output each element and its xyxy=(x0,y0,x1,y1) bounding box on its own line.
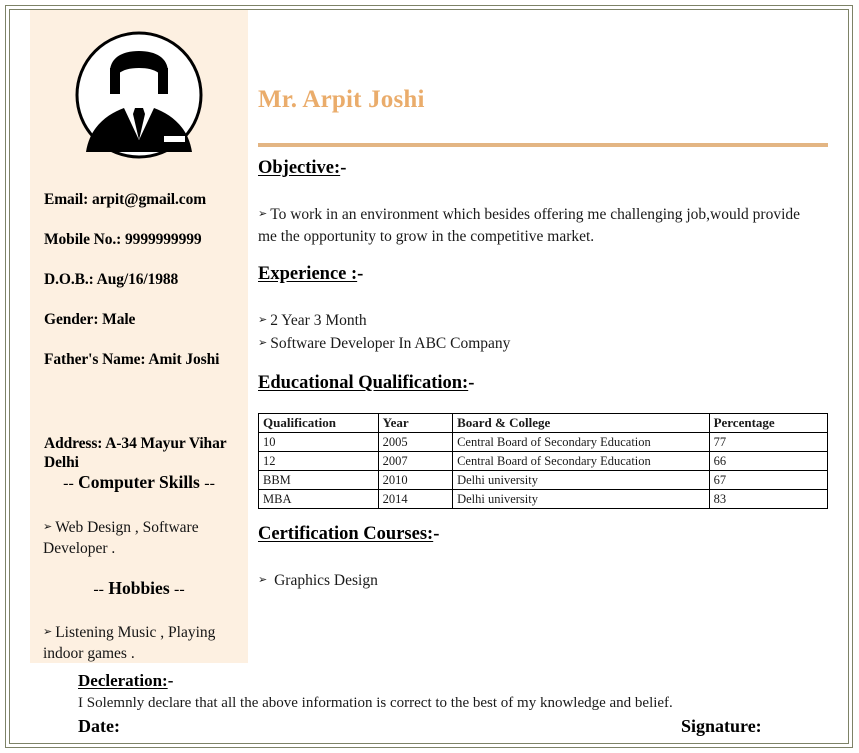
sidebar-panel: Email: arpit@gmail.com Mobile No.: 99999… xyxy=(30,10,248,663)
hobbies-dash-right: -- xyxy=(174,581,185,598)
sidebar-skills-list: ➢ Web Design , Software Developer . xyxy=(43,517,243,559)
cell-year: 2010 xyxy=(377,470,454,490)
sidebar-heading-hobbies: -- Hobbies -- xyxy=(30,578,248,599)
table-row: 12 2007 Central Board of Secondary Educa… xyxy=(258,451,829,471)
cell-board-college: Central Board of Secondary Education xyxy=(452,451,710,471)
bullet-arrow-icon: ➢ xyxy=(43,521,53,533)
list-item: ➢ 2 Year 3 Month xyxy=(258,309,803,332)
cell-qualification: MBA xyxy=(258,489,379,509)
cell-qualification: 12 xyxy=(258,451,379,471)
experience-heading-text: Experience : xyxy=(258,264,358,284)
cell-qualification: BBM xyxy=(258,470,379,490)
skills-title: Computer Skills xyxy=(78,472,200,492)
cell-board-college: Delhi university xyxy=(452,470,710,490)
skills-dash-left: -- xyxy=(63,475,74,492)
table-row: MBA 2014 Delhi university 83 xyxy=(258,489,829,509)
table-row: 10 2005 Central Board of Secondary Educa… xyxy=(258,432,829,452)
cell-qualification: 10 xyxy=(258,432,379,452)
section-heading-experience: Experience :- xyxy=(258,264,363,285)
page-border-bottom xyxy=(5,747,853,748)
column-header-year: Year xyxy=(377,413,454,433)
list-item: ➢ Listening Music , Playing indoor games … xyxy=(43,622,243,664)
sidebar-field-mobile: Mobile No.: 9999999999 xyxy=(44,231,202,248)
declaration-heading-text: Decleration: xyxy=(78,671,168,690)
experience-item-text: Software Developer In ABC Company xyxy=(270,335,511,352)
objective-heading-suffix: - xyxy=(340,158,347,178)
table-header-row: Qualification Year Board & College Perce… xyxy=(258,413,829,433)
education-heading-suffix: - xyxy=(468,373,475,393)
education-heading-text: Educational Qualification: xyxy=(258,373,469,393)
page-title: Mr. Arpit Joshi xyxy=(258,86,425,113)
section-heading-education: Educational Qualification:- xyxy=(258,373,474,394)
certification-item-text: Graphics Design xyxy=(274,572,378,589)
column-header-percentage: Percentage xyxy=(708,413,829,433)
page-border-right xyxy=(852,5,853,748)
cell-percentage: 83 xyxy=(708,489,829,509)
column-header-board-college: Board & College xyxy=(452,413,710,433)
page-border-left xyxy=(5,5,6,748)
section-heading-objective: Objective:- xyxy=(258,158,346,179)
cell-percentage: 66 xyxy=(708,451,829,471)
experience-list: ➢ 2 Year 3 Month ➢ Software Developer In A… xyxy=(258,309,803,355)
page-border-left-inner xyxy=(9,9,10,744)
section-heading-declaration: Decleration:- xyxy=(78,671,173,691)
person-silhouette-avatar-icon xyxy=(75,31,203,159)
experience-item-text: 2 Year 3 Month xyxy=(270,312,367,329)
list-item: ➢ To work in an environment which besides… xyxy=(258,203,803,248)
list-item: ➢ Graphics Design xyxy=(258,569,803,592)
column-header-qualification: Qualification xyxy=(258,413,379,433)
section-heading-certification: Certification Courses:- xyxy=(258,524,439,545)
table-row: BBM 2010 Delhi university 67 xyxy=(258,470,829,490)
cell-board-college: Central Board of Secondary Education xyxy=(452,432,710,452)
hobbies-item-text: Listening Music , Playing indoor games . xyxy=(43,624,216,662)
date-label: Date: xyxy=(78,716,120,736)
signature-label: Signature: xyxy=(681,716,762,736)
cell-board-college: Delhi university xyxy=(452,489,710,509)
cell-year: 2014 xyxy=(377,489,454,509)
page-border-right-inner xyxy=(848,9,849,744)
education-table: Qualification Year Board & College Perce… xyxy=(258,413,829,509)
objective-list: ➢ To work in an environment which besides… xyxy=(258,203,803,248)
skills-item-text: Web Design , Software Developer . xyxy=(43,519,199,557)
objective-item-text: To work in an environment which besides … xyxy=(258,206,801,245)
page-border-top xyxy=(5,5,853,6)
certification-heading-text: Certification Courses: xyxy=(258,524,434,544)
cell-percentage: 77 xyxy=(708,432,829,452)
bullet-arrow-icon: ➢ xyxy=(258,337,268,349)
sidebar-hobbies-list: ➢ Listening Music , Playing indoor games … xyxy=(43,622,243,664)
bullet-arrow-icon: ➢ xyxy=(258,208,268,220)
list-item: ➢ Software Developer In ABC Company xyxy=(258,332,803,355)
bullet-arrow-icon: ➢ xyxy=(258,574,268,586)
sidebar-field-father: Father's Name: Amit Joshi xyxy=(44,351,220,368)
experience-heading-suffix: - xyxy=(357,264,364,284)
certification-list: ➢ Graphics Design xyxy=(258,569,803,592)
objective-heading-text: Objective: xyxy=(258,158,341,178)
avatar xyxy=(72,28,206,162)
cell-year: 2005 xyxy=(377,432,454,452)
title-divider xyxy=(258,143,828,147)
sidebar-field-address: Address: A-34 Mayur Vihar Delhi xyxy=(44,435,227,471)
hobbies-title: Hobbies xyxy=(108,578,170,598)
bullet-arrow-icon: ➢ xyxy=(258,314,268,326)
hobbies-dash-left: -- xyxy=(93,581,104,598)
sidebar-field-email: Email: arpit@gmail.com xyxy=(44,191,207,208)
resume-page: Email: arpit@gmail.com Mobile No.: 99999… xyxy=(0,0,859,753)
page-border-bottom-inner xyxy=(9,743,849,744)
sidebar-field-gender: Gender: Male xyxy=(44,311,136,328)
sidebar-heading-computer-skills: -- Computer Skills -- xyxy=(30,472,248,493)
bullet-arrow-icon: ➢ xyxy=(43,626,53,638)
certification-heading-suffix: - xyxy=(433,524,440,544)
cell-percentage: 67 xyxy=(708,470,829,490)
declaration-heading-suffix: - xyxy=(167,671,174,690)
declaration-text: I Solemnly declare that all the above in… xyxy=(78,695,673,711)
skills-dash-right: -- xyxy=(204,475,215,492)
cell-year: 2007 xyxy=(377,451,454,471)
sidebar-field-dob: D.O.B.: Aug/16/1988 xyxy=(44,271,179,288)
list-item: ➢ Web Design , Software Developer . xyxy=(43,517,243,559)
